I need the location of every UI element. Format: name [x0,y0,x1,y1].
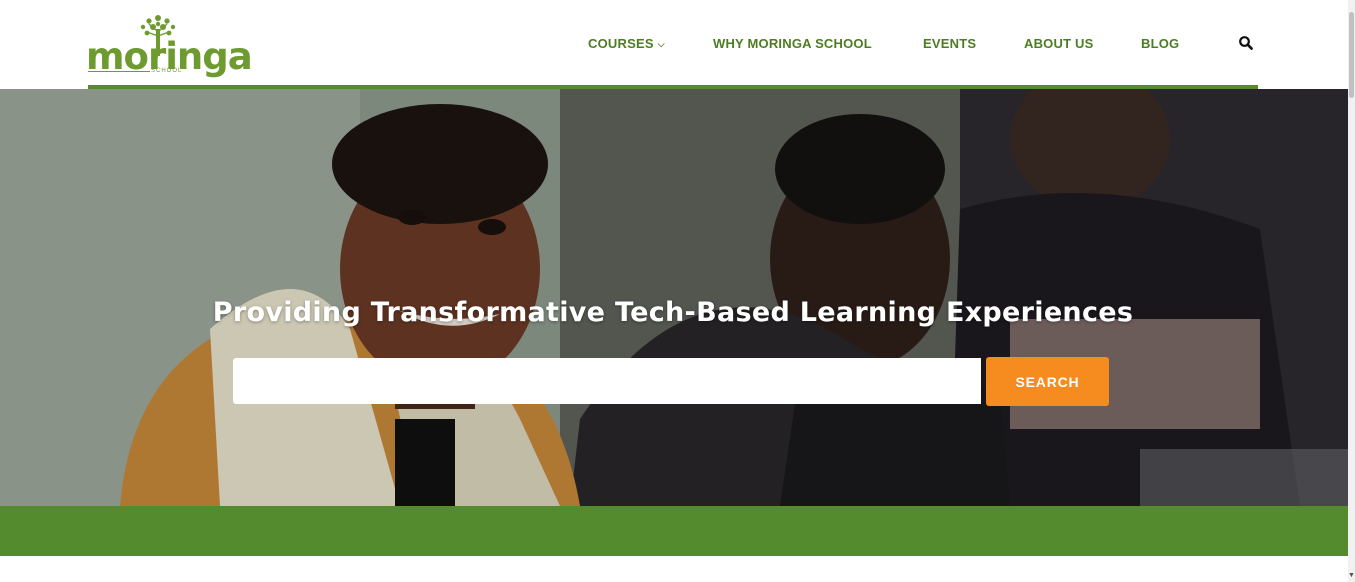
chevron-down-icon: ⌵ [657,39,665,49]
nav-blog-label: BLOG [1141,36,1180,51]
page-scrollbar[interactable]: ▼ [1348,0,1355,582]
scrollbar-thumb[interactable] [1349,12,1354,98]
green-band [0,506,1348,556]
logo-underline [88,71,150,72]
nav-courses[interactable]: COURSES ⌵ [588,35,665,53]
page: moringa SCHOOL COURSES ⌵ WHY MORINGA SCHO… [0,0,1355,582]
logo-subtitle: SCHOOL [151,68,183,74]
moringa-school-logo[interactable]: moringa SCHOOL [86,12,253,78]
course-search-input[interactable] [233,358,981,404]
hero-banner: Providing Transformative Tech-Based Lear… [0,89,1348,506]
nav-events-label: EVENTS [923,36,977,51]
site-header: moringa SCHOOL COURSES ⌵ WHY MORINGA SCHO… [0,0,1348,89]
scroll-down-arrow-icon[interactable]: ▼ [1348,572,1355,580]
nav-blog[interactable]: BLOG [1141,35,1179,53]
nav-why-label: WHY MORINGA SCHOOL [713,36,872,51]
search-icon[interactable] [1238,35,1254,51]
nav-why-moringa-school[interactable]: WHY MORINGA SCHOOL [713,35,872,53]
nav-events[interactable]: EVENTS [923,35,976,53]
nav-courses-label: COURSES [588,36,654,51]
nav-about-label: ABOUT US [1024,36,1094,51]
nav-about-us[interactable]: ABOUT US [1024,35,1094,53]
hero-title: Providing Transformative Tech-Based Lear… [212,297,1134,328]
search-button[interactable]: SEARCH [986,357,1109,406]
